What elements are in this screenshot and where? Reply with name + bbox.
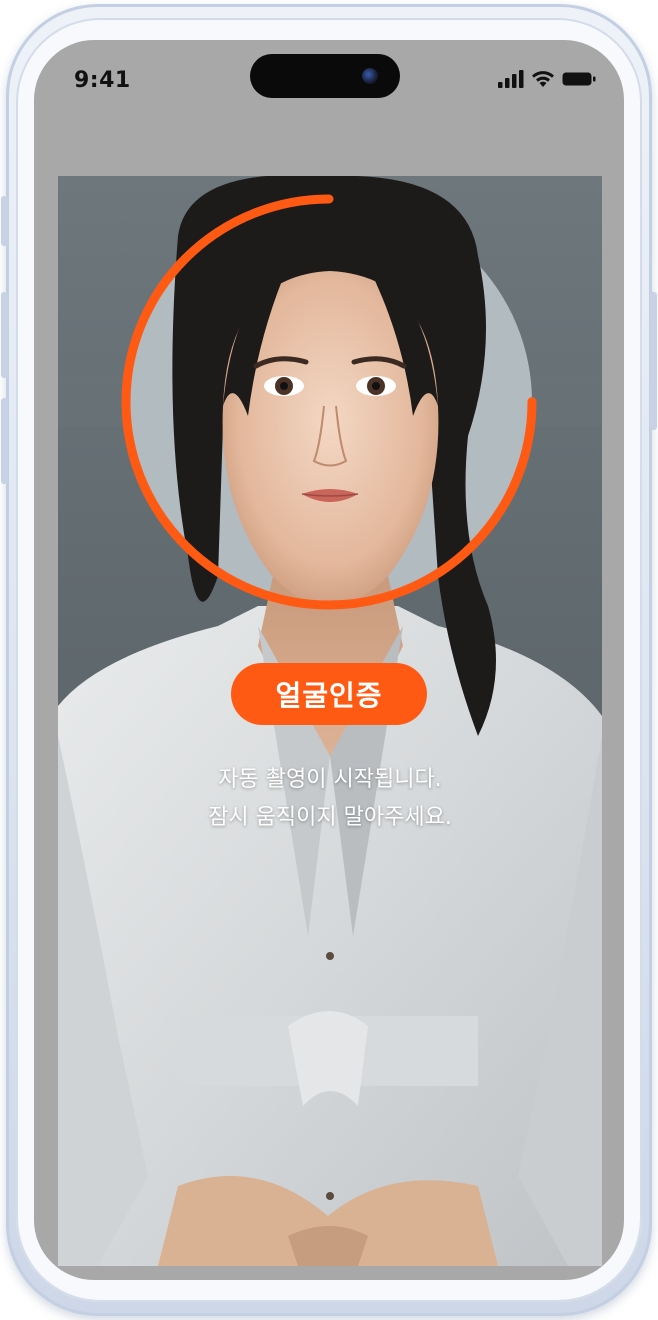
status-time: 9:41	[74, 68, 131, 93]
wifi-icon	[532, 71, 554, 87]
power-button	[650, 292, 657, 430]
dynamic-island	[250, 54, 400, 98]
instruction-line-1: 자동 촬영이 시작됩니다.	[218, 767, 442, 792]
battery-icon	[562, 72, 596, 86]
signal-bars-icon	[498, 70, 524, 88]
face-auth-badge: 얼굴인증	[231, 663, 427, 725]
status-icons	[498, 70, 596, 88]
capture-instruction: 자동 촬영이 시작됩니다. 잠시 움직이지 말아주세요.	[58, 761, 602, 837]
front-camera	[362, 68, 378, 84]
instruction-line-2: 잠시 움직이지 말아주세요.	[208, 805, 452, 830]
action-button	[1, 196, 8, 246]
capture-progress-ring	[121, 194, 537, 610]
status-bar: 9:41	[34, 40, 624, 130]
volume-up-button	[1, 292, 8, 378]
phone-mockup: 9:41 얼굴인증 자동 촬영이 시작됩니다. 잠시 움직이지 말아주세요.	[0, 0, 658, 1320]
volume-down-button	[1, 398, 8, 484]
face-auth-overlay: 얼굴인증 자동 촬영이 시작됩니다. 잠시 움직이지 말아주세요.	[58, 176, 602, 1266]
phone-screen: 9:41 얼굴인증 자동 촬영이 시작됩니다. 잠시 움직이지 말아주세요.	[34, 40, 624, 1280]
